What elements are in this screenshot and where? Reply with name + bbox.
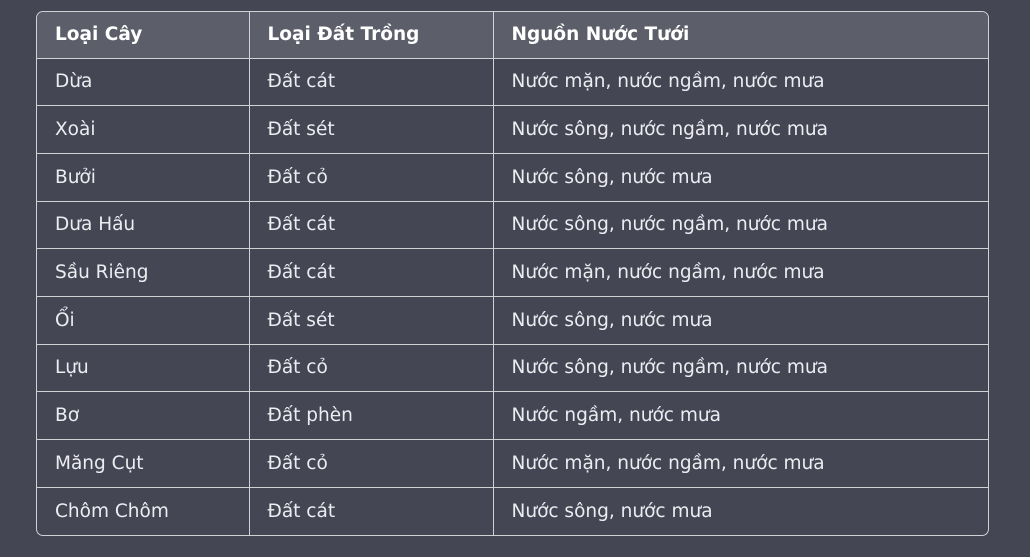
table-row: Lựu Đất cỏ Nước sông, nước ngầm, nước mưa [37,344,988,393]
data-table-container: Loại Cây Loại Đất Trồng Nguồn Nước Tưới … [36,11,989,536]
cell-soil-type: Đất cát [249,248,494,297]
table-body: Dừa Đất cát Nước mặn, nước ngầm, nước mưa X… [37,58,988,535]
cell-soil-type: Đất cát [249,201,494,250]
cell-plant-type: Ổi [37,296,250,345]
cell-soil-type: Đất phèn [249,391,494,440]
cell-water-source: Nước mặn, nước ngầm, nước mưa [493,439,988,488]
plant-soil-water-table: Loại Cây Loại Đất Trồng Nguồn Nước Tưới … [37,12,988,535]
table-row: Bưởi Đất cỏ Nước sông, nước mưa [37,153,988,202]
cell-water-source: Nước sông, nước mưa [493,296,988,345]
table-row: Ổi Đất sét Nước sông, nước mưa [37,296,988,345]
cell-water-source: Nước sông, nước mưa [493,153,988,202]
cell-water-source: Nước sông, nước mưa [511,500,713,522]
cell-plant-type: Dưa Hấu [37,201,250,250]
cell-plant-type: Dừa [37,58,250,107]
cell-water-source: Nước sông, nước ngầm, nước mưa [493,344,988,393]
cell-water-source: Nước ngầm, nước mưa [493,391,988,440]
table-row: Chôm Chôm Đất cát Nước sông, nước mưa [37,487,988,535]
cell-soil-type: Đất cỏ [249,439,494,488]
cell-soil-type: Đất cát [249,487,494,535]
cell-water-source: Nước sông, nước ngầm, nước mưa [493,201,988,250]
cell-soil-type: Đất sét [249,105,494,154]
cell-water-source: Nước mặn, nước ngầm, nước mưa [493,248,988,297]
header-soil-type: Loại Đất Trồng [249,12,494,59]
cell-water-source: Nước sông, nước ngầm, nước mưa [493,105,988,154]
table-row: Xoài Đất sét Nước sông, nước ngầm, nước mư… [37,105,988,154]
table-row: Dưa Hấu Đất cát Nước sông, nước ngầm, nước… [37,201,988,250]
table-header: Loại Cây Loại Đất Trồng Nguồn Nước Tưới [37,12,988,59]
cell-soil-type: Đất cát [249,58,494,107]
header-row: Loại Cây Loại Đất Trồng Nguồn Nước Tưới [37,12,988,59]
cell-soil-type: Đất cỏ [249,153,494,202]
table-row: Dừa Đất cát Nước mặn, nước ngầm, nước mưa [37,58,988,107]
cell-water-source: Nước mặn, nước ngầm, nước mưa [493,58,988,107]
table-row: Bơ Đất phèn Nước ngầm, nước mưa [37,391,988,440]
header-water-source: Nguồn Nước Tưới [493,12,988,59]
cell-soil-type: Đất sét [249,296,494,345]
header-plant-type: Loại Cây [37,12,250,59]
table-row: Sầu Riêng Đất cát Nước mặn, nước ngầm, nướ… [37,248,988,297]
cell-plant-type: Sầu Riêng [37,248,250,297]
table-row: Măng Cụt Đất cỏ Nước mặn, nước ngầm, nước … [37,439,988,488]
cell-plant-type: Măng Cụt [37,439,250,488]
cell-plant-type: Bưởi [37,153,250,202]
cell-plant-type: Xoài [37,105,250,154]
cell-soil-type: Đất cỏ [249,344,494,393]
cell-plant-type: Lựu [37,344,250,393]
cell-plant-type: Chôm Chôm [37,487,250,535]
cell-plant-type: Bơ [37,391,250,440]
